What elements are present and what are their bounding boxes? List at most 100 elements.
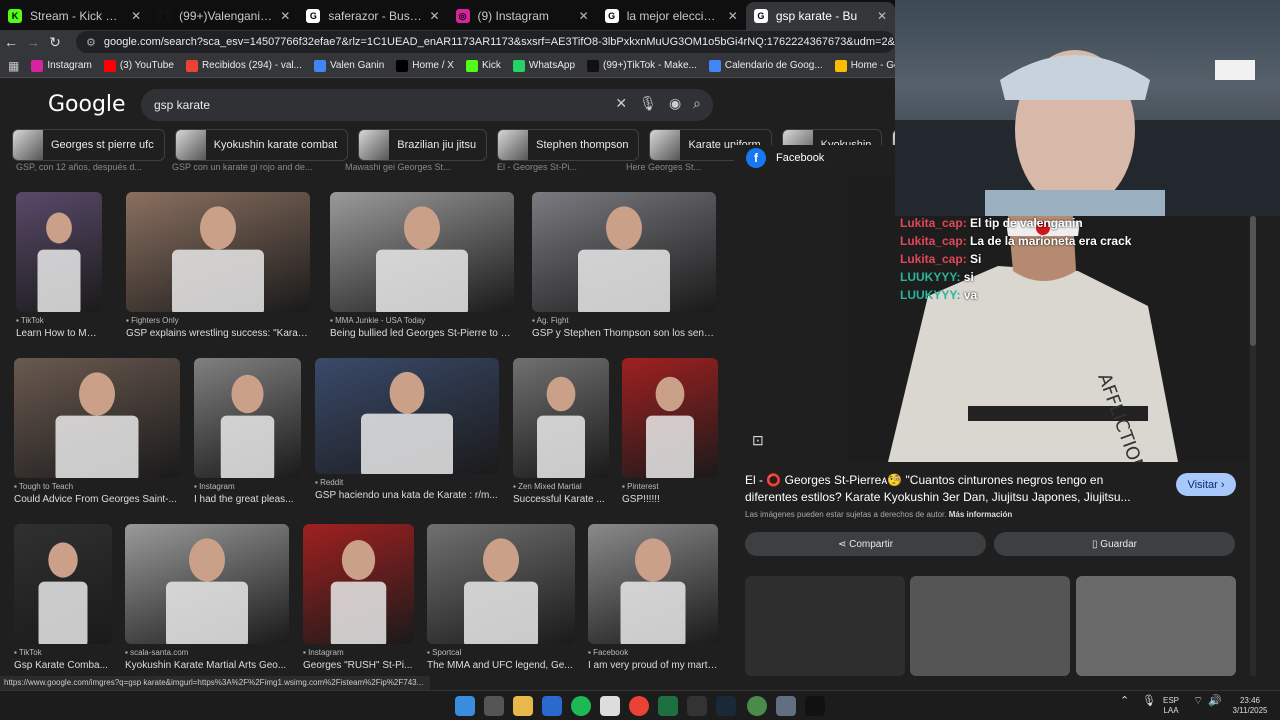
lens-search-icon[interactable]: ⊡ bbox=[752, 432, 764, 449]
result-source[interactable]: ▪ Zen Mixed Martial bbox=[513, 482, 609, 491]
related-chip[interactable]: Georges st pierre ufc bbox=[12, 129, 165, 161]
close-icon[interactable]: ✕ bbox=[429, 9, 439, 23]
result-title[interactable]: Learn How to Mast... bbox=[16, 328, 102, 339]
search-box[interactable]: gsp karate ✕ 🎙 ◉ ⌕ bbox=[141, 89, 713, 121]
epic-games-icon[interactable] bbox=[687, 696, 707, 716]
result-title[interactable]: Gsp Karate Comba... bbox=[14, 660, 112, 671]
volume-icon[interactable]: 🔊 bbox=[1208, 696, 1222, 707]
start-icon[interactable] bbox=[455, 696, 475, 716]
wifi-icon[interactable]: ⌔ bbox=[1193, 696, 1203, 707]
result-thumbnail[interactable] bbox=[513, 358, 609, 478]
image-result[interactable]: ▪ TikTok Learn How to Mast... bbox=[16, 192, 102, 339]
result-title[interactable]: GSP!!!!!! bbox=[622, 494, 718, 505]
share-button[interactable]: ⋖ Compartir bbox=[745, 532, 986, 556]
bookmark-item[interactable]: Recibidos (294) - val... bbox=[185, 59, 302, 72]
image-result[interactable]: ▪ Fighters Only GSP explains wrestling s… bbox=[126, 192, 310, 339]
peek-caption[interactable]: Here Georges St... bbox=[626, 162, 701, 172]
result-thumbnail[interactable] bbox=[315, 358, 499, 474]
peek-caption[interactable]: Mawashi gei Georges St... bbox=[345, 162, 451, 172]
panel-source[interactable]: f Facebook bbox=[746, 148, 824, 168]
result-title[interactable]: Successful Karate ... bbox=[513, 494, 609, 505]
more-info-link[interactable]: Más información bbox=[949, 510, 1013, 519]
panel-description[interactable]: El - ⭕ Georges St-Pierreᴀ🧐 "Cuantos cint… bbox=[745, 472, 1155, 506]
spotify-icon[interactable] bbox=[571, 696, 591, 716]
result-source[interactable]: ▪ Reddit bbox=[315, 478, 499, 487]
apps-icon[interactable]: ▦ bbox=[8, 59, 19, 73]
excel-icon[interactable] bbox=[658, 696, 678, 716]
lens-icon[interactable]: ◉ bbox=[669, 95, 681, 112]
result-source[interactable]: ▪ Tough to Teach bbox=[14, 482, 180, 491]
bookmark-item[interactable]: Calendario de Goog... bbox=[708, 59, 823, 72]
bookmark-item[interactable]: (3) YouTube bbox=[103, 59, 174, 72]
clock[interactable]: 23:46 3/11/2025 bbox=[1225, 696, 1275, 716]
bookmark-item[interactable]: Home / X bbox=[396, 59, 454, 72]
close-icon[interactable]: ✕ bbox=[579, 9, 589, 23]
bookmark-item[interactable]: Kick bbox=[465, 59, 501, 72]
close-icon[interactable]: ✕ bbox=[131, 9, 141, 23]
result-title[interactable]: Georges "RUSH" St-Pi... bbox=[303, 660, 414, 671]
result-thumbnail[interactable] bbox=[125, 524, 289, 644]
result-source[interactable]: ▪ Facebook bbox=[588, 648, 718, 657]
related-chip[interactable]: Stephen thompson bbox=[497, 129, 640, 161]
result-source[interactable]: ▪ Instagram bbox=[303, 648, 414, 657]
chrome-icon[interactable] bbox=[629, 696, 649, 716]
result-title[interactable]: Could Advice From Georges Saint-... bbox=[14, 494, 180, 505]
image-result[interactable]: ▪ Instagram I had the great pleas... bbox=[194, 358, 301, 505]
widgets-icon[interactable] bbox=[484, 696, 504, 716]
result-source[interactable]: ▪ MMA Junkie - USA Today bbox=[330, 316, 514, 325]
browser-tab[interactable]: K Stream - Kick Dashboard ✕ bbox=[0, 2, 149, 30]
browser-tab[interactable]: G la mejor elección - Buscar con G ✕ bbox=[597, 2, 746, 30]
close-icon[interactable]: ✕ bbox=[728, 9, 738, 23]
site-info-icon[interactable]: ⚙ bbox=[86, 36, 96, 49]
bookmark-item[interactable]: WhatsApp bbox=[512, 59, 575, 72]
file-explorer-icon[interactable] bbox=[513, 696, 533, 716]
result-source[interactable]: ▪ Pinterest bbox=[622, 482, 718, 491]
save-button[interactable]: ▯ Guardar bbox=[994, 532, 1235, 556]
result-source[interactable]: ▪ Ag. Fight bbox=[532, 316, 716, 325]
steam-icon[interactable] bbox=[716, 696, 736, 716]
search-input[interactable]: gsp karate bbox=[154, 98, 210, 112]
image-result[interactable]: ▪ TikTok Gsp Karate Comba... bbox=[14, 524, 112, 671]
browser-tab[interactable]: G gsp karate - Bu ✕ bbox=[745, 2, 896, 30]
close-icon[interactable]: ✕ bbox=[280, 9, 290, 23]
tiktok-taskbar-icon[interactable] bbox=[805, 696, 825, 716]
related-image[interactable] bbox=[745, 576, 905, 676]
bookmark-item[interactable]: Valen Ganin bbox=[313, 59, 384, 72]
reload-icon[interactable]: ↻ bbox=[44, 34, 66, 51]
image-result[interactable]: ▪ Reddit GSP haciendo una kata de Karate… bbox=[315, 358, 499, 501]
browser-tab[interactable]: ♪ (99+)Valenganin.clips (@caboin ✕ bbox=[149, 2, 298, 30]
language-indicator[interactable]: ESP LAA bbox=[1163, 696, 1179, 716]
result-source[interactable]: ▪ scala-santa.com bbox=[125, 648, 289, 657]
result-title[interactable]: Kyokushin Karate Martial Arts Geo... bbox=[125, 660, 289, 671]
related-chip[interactable]: Brazilian jiu jitsu bbox=[358, 129, 488, 161]
image-result[interactable]: ▪ Zen Mixed Martial Successful Karate ..… bbox=[513, 358, 609, 505]
result-source[interactable]: ▪ Fighters Only bbox=[126, 316, 310, 325]
close-icon[interactable]: ✕ bbox=[877, 9, 887, 23]
calculator-icon[interactable] bbox=[776, 696, 796, 716]
visit-button[interactable]: Visitar › bbox=[1176, 473, 1236, 496]
media-icon[interactable] bbox=[600, 696, 620, 716]
result-title[interactable]: GSP haciendo una kata de Karate : r/m... bbox=[315, 490, 499, 501]
chrome-active-icon[interactable] bbox=[747, 696, 767, 716]
peek-caption[interactable]: GSP con un karate gi rojo and de... bbox=[172, 162, 312, 172]
browser-tab[interactable]: G saferazor - Buscar con Google ✕ bbox=[298, 2, 447, 30]
result-thumbnail[interactable] bbox=[622, 358, 718, 478]
result-title[interactable]: The MMA and UFC legend, Ge... bbox=[427, 660, 575, 671]
image-result[interactable]: ▪ scala-santa.com Kyokushin Karate Marti… bbox=[125, 524, 289, 671]
image-result[interactable]: ▪ Tough to Teach Could Advice From Georg… bbox=[14, 358, 180, 505]
peek-caption[interactable]: El - Georges St-Pi... bbox=[497, 162, 577, 172]
result-thumbnail[interactable] bbox=[126, 192, 310, 312]
result-thumbnail[interactable] bbox=[14, 524, 112, 644]
result-thumbnail[interactable] bbox=[303, 524, 414, 644]
result-thumbnail[interactable] bbox=[427, 524, 575, 644]
tray-chevron-icon[interactable]: ⌃ bbox=[1120, 696, 1129, 707]
forward-icon[interactable]: → bbox=[22, 34, 44, 50]
result-title[interactable]: GSP y Stephen Thompson son los sens... bbox=[532, 328, 716, 339]
result-source[interactable]: ▪ TikTok bbox=[16, 316, 102, 325]
result-source[interactable]: ▪ Instagram bbox=[194, 482, 301, 491]
result-title[interactable]: GSP explains wrestling success: "Karate.… bbox=[126, 328, 310, 339]
microphone-tray-icon[interactable]: 🎙 bbox=[1142, 696, 1156, 707]
related-image[interactable] bbox=[1076, 576, 1236, 676]
image-result[interactable]: ▪ MMA Junkie - USA Today Being bullied l… bbox=[330, 192, 514, 339]
peek-caption[interactable]: GSP, con 12 años, después d... bbox=[16, 162, 142, 172]
